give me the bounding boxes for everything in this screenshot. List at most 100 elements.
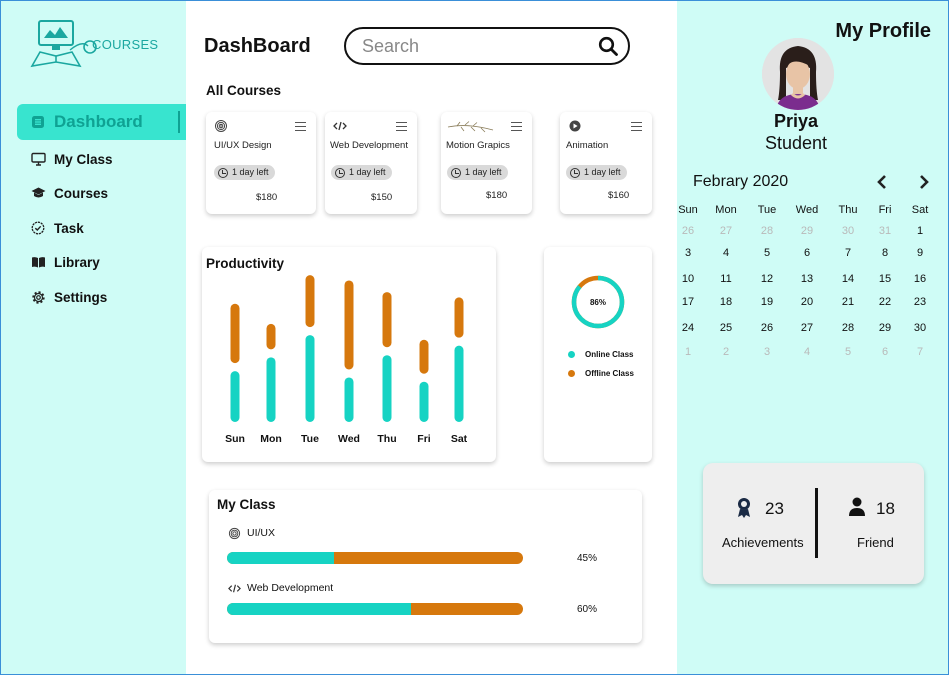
class-progress-bar bbox=[227, 552, 523, 564]
calendar-day[interactable]: 16 bbox=[902, 273, 938, 285]
sidebar-item-label: My Class bbox=[54, 151, 113, 167]
calendar-day[interactable]: 22 bbox=[867, 296, 903, 308]
check-circle-icon bbox=[30, 220, 46, 236]
x-tick-label: Fri bbox=[417, 433, 431, 445]
friends-label: Friend bbox=[857, 535, 894, 550]
achievements-label: Achievements bbox=[722, 535, 804, 550]
calendar-day[interactable]: 8 bbox=[867, 247, 903, 259]
course-menu-button[interactable] bbox=[295, 122, 306, 131]
calendar-day[interactable]: 12 bbox=[749, 273, 785, 285]
course-price: $160 bbox=[608, 190, 630, 201]
calendar-day[interactable]: 20 bbox=[789, 296, 825, 308]
course-menu-button[interactable] bbox=[511, 122, 522, 131]
course-card-uiux[interactable]: UI/UX Design 1 day left $180 bbox=[206, 112, 316, 214]
calendar-day[interactable]: 3 bbox=[670, 247, 706, 259]
calendar-day[interactable]: 14 bbox=[830, 273, 866, 285]
calendar-day[interactable]: 6 bbox=[789, 247, 825, 259]
calendar-day[interactable]: 26 bbox=[670, 225, 706, 237]
sidebar-item-label: Task bbox=[54, 220, 84, 236]
calendar-day[interactable]: 28 bbox=[830, 322, 866, 334]
calendar-day[interactable]: 24 bbox=[670, 322, 706, 334]
calendar-day[interactable]: 25 bbox=[708, 322, 744, 334]
sidebar-item-label: Courses bbox=[54, 185, 109, 201]
profile-name: Priya bbox=[773, 111, 819, 131]
chevron-right-icon[interactable] bbox=[917, 174, 931, 190]
calendar-day[interactable]: 6 bbox=[867, 346, 903, 358]
course-name: Animation bbox=[566, 140, 609, 151]
bar-offline-fri bbox=[419, 339, 429, 374]
class-progress-bar bbox=[227, 603, 523, 615]
my-class-title: My Class bbox=[217, 497, 276, 512]
calendar-day[interactable]: 18 bbox=[708, 296, 744, 308]
calendar-day[interactable]: 27 bbox=[789, 322, 825, 334]
calendar-day[interactable]: 11 bbox=[708, 273, 744, 285]
calendar-day[interactable]: 21 bbox=[830, 296, 866, 308]
course-menu-button[interactable] bbox=[631, 122, 642, 131]
course-card-motion-graphics[interactable]: Motion Grapics 1 day left $180 bbox=[441, 112, 532, 214]
calendar-day[interactable]: 31 bbox=[867, 225, 903, 237]
calendar-day[interactable]: 7 bbox=[902, 346, 938, 358]
course-menu-button[interactable] bbox=[396, 122, 407, 131]
calendar-day[interactable]: 2 bbox=[708, 346, 744, 358]
calendar-day[interactable]: 3 bbox=[749, 346, 785, 358]
calendar-day[interactable]: 7 bbox=[830, 247, 866, 259]
productivity-card: Productivity Sun Mon Tue Wed Thu Fri Sat bbox=[202, 247, 496, 462]
time-left-badge: 1 day left bbox=[447, 165, 508, 180]
fingerprint-icon bbox=[227, 526, 241, 540]
course-price: $180 bbox=[486, 190, 508, 201]
calendar-day[interactable]: 30 bbox=[830, 225, 866, 237]
search-icon[interactable] bbox=[598, 36, 618, 56]
bar-online-fri bbox=[419, 381, 429, 422]
calendar-day[interactable]: 4 bbox=[789, 346, 825, 358]
gear-icon bbox=[30, 289, 46, 305]
course-card-animation[interactable]: Animation 1 day left $160 bbox=[560, 112, 652, 214]
time-left-text: 1 day left bbox=[584, 167, 621, 177]
calendar-day[interactable]: 28 bbox=[749, 225, 785, 237]
sidebar-item-task[interactable]: Task bbox=[0, 211, 186, 245]
sidebar-item-dashboard[interactable]: Dashboard bbox=[17, 104, 186, 140]
weekday-label: Sun bbox=[678, 204, 698, 216]
avatar-image bbox=[762, 38, 834, 110]
calendar-day[interactable]: 13 bbox=[789, 273, 825, 285]
calendar-day[interactable]: 30 bbox=[902, 322, 938, 334]
x-tick-label: Sat bbox=[451, 433, 468, 445]
calendar-day[interactable]: 9 bbox=[902, 247, 938, 259]
calendar-day[interactable]: 15 bbox=[867, 273, 903, 285]
branch-icon bbox=[447, 121, 494, 133]
time-left-badge: 1 day left bbox=[566, 165, 627, 180]
clock-icon bbox=[570, 167, 580, 178]
bar-online-thu bbox=[382, 355, 392, 422]
calendar-day[interactable]: 4 bbox=[708, 247, 744, 259]
calendar-day[interactable]: 10 bbox=[670, 273, 706, 285]
sidebar-item-library[interactable]: Library bbox=[0, 245, 186, 279]
active-indicator bbox=[178, 111, 180, 133]
calendar-day[interactable]: 1 bbox=[902, 225, 938, 237]
calendar-day[interactable]: 1 bbox=[670, 346, 706, 358]
book-icon bbox=[30, 254, 46, 270]
calendar-day[interactable]: 26 bbox=[749, 322, 785, 334]
class-row-web-development: Web Development bbox=[227, 581, 333, 595]
bar-online-tue bbox=[305, 335, 315, 422]
sidebar-item-settings[interactable]: Settings bbox=[0, 280, 186, 314]
user-icon bbox=[849, 497, 865, 516]
calendar-day[interactable]: 5 bbox=[830, 346, 866, 358]
calendar-day[interactable]: 19 bbox=[749, 296, 785, 308]
class-split-donut: 86% bbox=[571, 275, 625, 329]
sidebar-item-courses[interactable]: Courses bbox=[0, 176, 186, 210]
sidebar-item-my-class[interactable]: My Class bbox=[0, 142, 186, 176]
chevron-left-icon[interactable] bbox=[875, 174, 889, 190]
calendar-day[interactable]: 29 bbox=[867, 322, 903, 334]
avatar[interactable] bbox=[762, 38, 834, 110]
class-percent: 60% bbox=[577, 604, 598, 615]
calendar-day[interactable]: 27 bbox=[708, 225, 744, 237]
profile-role: Student bbox=[764, 133, 828, 153]
course-card-web-development[interactable]: Web Development 1 day left $150 bbox=[325, 112, 417, 214]
calendar-day[interactable]: 5 bbox=[749, 247, 785, 259]
page-title: DashBoard bbox=[204, 35, 311, 57]
search-input[interactable] bbox=[362, 35, 582, 57]
calendar-day[interactable]: 29 bbox=[789, 225, 825, 237]
monitor-icon bbox=[30, 151, 46, 167]
calendar-day[interactable]: 17 bbox=[670, 296, 706, 308]
class-percent: 45% bbox=[577, 553, 598, 564]
calendar-day[interactable]: 23 bbox=[902, 296, 938, 308]
